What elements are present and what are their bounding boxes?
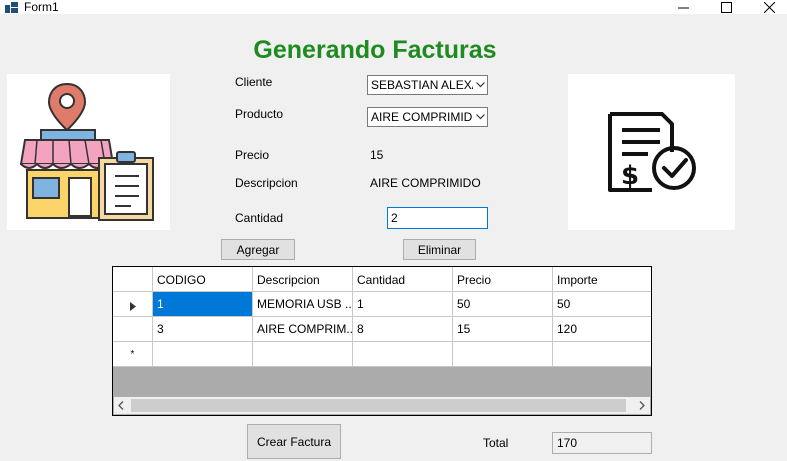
table-cell[interactable]: AIRE COMPRIM... bbox=[253, 317, 353, 342]
table-cell[interactable]: 3 bbox=[153, 317, 253, 342]
table-cell[interactable]: 1 bbox=[153, 292, 253, 317]
table-cell[interactable] bbox=[353, 342, 453, 367]
scroll-right-icon[interactable] bbox=[639, 401, 645, 410]
new-row[interactable]: * bbox=[113, 342, 651, 367]
store-illustration-icon bbox=[19, 82, 154, 221]
precio-value: 15 bbox=[370, 148, 384, 162]
row-header-current[interactable] bbox=[113, 292, 153, 317]
agregar-button[interactable]: Agregar bbox=[221, 239, 295, 260]
store-image bbox=[7, 74, 170, 230]
table-cell[interactable]: 15 bbox=[453, 317, 553, 342]
window-title: Form1 bbox=[24, 0, 59, 14]
table-cell[interactable] bbox=[253, 342, 353, 367]
invoice-grid[interactable]: CODIGO Descripcion Cantidad Precio Impor… bbox=[112, 266, 652, 416]
column-header-importe[interactable]: Importe bbox=[553, 267, 651, 292]
chevron-down-icon[interactable] bbox=[473, 82, 487, 88]
app-icon bbox=[5, 2, 18, 13]
cliente-label: Cliente bbox=[235, 75, 273, 89]
row-header-corner bbox=[113, 267, 153, 292]
invoice-check-icon: $ bbox=[608, 112, 696, 192]
column-header-precio[interactable]: Precio bbox=[453, 267, 553, 292]
table-cell[interactable] bbox=[453, 342, 553, 367]
producto-value: AIRE COMPRIMIDO bbox=[371, 110, 473, 124]
scrollbar-thumb[interactable] bbox=[131, 399, 626, 412]
column-header-descripcion[interactable]: Descripcion bbox=[253, 267, 353, 292]
table-cell[interactable]: 120 bbox=[553, 317, 651, 342]
table-cell[interactable]: MEMORIA USB ... bbox=[253, 292, 353, 317]
minimize-icon bbox=[677, 7, 689, 8]
minimize-button[interactable] bbox=[663, 0, 703, 14]
page-title: Generando Facturas bbox=[253, 36, 497, 64]
table-cell[interactable]: 8 bbox=[353, 317, 453, 342]
table-cell[interactable] bbox=[553, 342, 651, 367]
table-cell[interactable]: 50 bbox=[453, 292, 553, 317]
chevron-down-icon[interactable] bbox=[473, 114, 487, 120]
column-header-codigo[interactable]: CODIGO bbox=[153, 267, 253, 292]
table-row[interactable]: 3 AIRE COMPRIM... 8 15 120 bbox=[113, 317, 651, 342]
crear-factura-button[interactable]: Crear Factura bbox=[247, 424, 341, 459]
maximize-button[interactable] bbox=[706, 0, 746, 14]
table-row[interactable]: 1 MEMORIA USB ... 1 50 50 bbox=[113, 292, 651, 317]
horizontal-scrollbar[interactable] bbox=[114, 397, 650, 414]
maximize-icon bbox=[720, 1, 732, 13]
close-icon bbox=[763, 1, 775, 13]
total-label: Total bbox=[483, 436, 509, 450]
column-header-cantidad[interactable]: Cantidad bbox=[353, 267, 453, 292]
current-row-arrow-icon bbox=[129, 302, 136, 311]
cliente-value: SEBASTIAN ALEXA bbox=[371, 78, 473, 92]
new-row-marker: * bbox=[113, 342, 153, 367]
table-cell[interactable] bbox=[153, 342, 253, 367]
svg-text:$: $ bbox=[621, 161, 639, 191]
close-button[interactable] bbox=[749, 0, 787, 14]
table-cell[interactable]: 50 bbox=[553, 292, 651, 317]
producto-combobox[interactable]: AIRE COMPRIMIDO bbox=[367, 107, 488, 127]
cliente-combobox[interactable]: SEBASTIAN ALEXA bbox=[367, 75, 488, 95]
table-cell[interactable]: 1 bbox=[353, 292, 453, 317]
row-header[interactable] bbox=[113, 317, 153, 342]
total-value-field: 170 bbox=[552, 432, 652, 454]
precio-label: Precio bbox=[235, 148, 270, 162]
producto-label: Producto bbox=[235, 107, 284, 121]
grid-header-row: CODIGO Descripcion Cantidad Precio Impor… bbox=[113, 267, 651, 292]
cantidad-input[interactable] bbox=[387, 207, 488, 229]
descripcion-label: Descripcion bbox=[235, 176, 298, 190]
eliminar-button[interactable]: Eliminar bbox=[403, 239, 476, 260]
cantidad-label: Cantidad bbox=[235, 211, 284, 225]
invoice-image: $ bbox=[568, 74, 735, 230]
descripcion-value: AIRE COMPRIMIDO bbox=[370, 176, 481, 190]
scroll-left-icon[interactable] bbox=[118, 401, 124, 410]
